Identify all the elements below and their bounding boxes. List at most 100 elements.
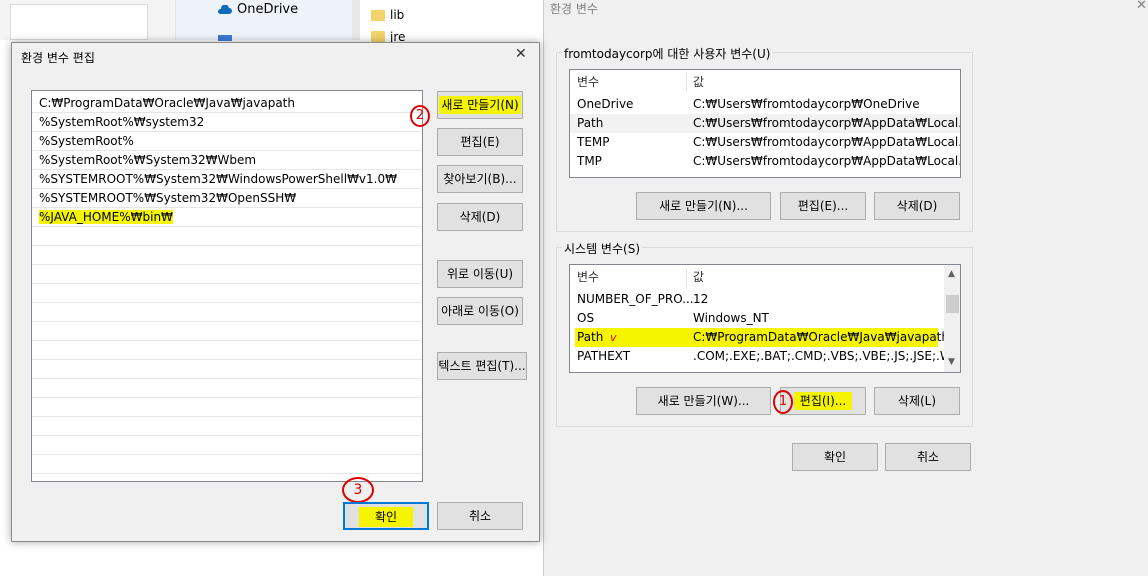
var-name: OneDrive (577, 97, 634, 111)
list-item-empty[interactable] (32, 227, 422, 246)
environment-variables-dialog: 환경 변수 ✕ fromtodaycorp에 대한 사용자 변수(U) 변수 값… (543, 0, 1148, 576)
explorer-scrollbar[interactable] (352, 0, 360, 40)
table-row[interactable]: TMP C:₩Users₩fromtodaycorp₩AppData₩Local… (570, 152, 960, 171)
list-item-empty[interactable] (32, 379, 422, 398)
user-new-button[interactable]: 새로 만들기(N)... (636, 192, 771, 220)
list-header: 변수 값 (570, 73, 960, 92)
close-icon[interactable]: ✕ (515, 46, 527, 62)
annotation-step-2: 2 (410, 105, 430, 127)
new-entry-label: 새로 만들기(N) (439, 96, 521, 114)
list-item[interactable]: %SystemRoot% (32, 132, 422, 151)
list-item[interactable]: C:₩ProgramData₩Oracle₩Java₩javapath (32, 94, 422, 113)
user-variables-label: fromtodaycorp에 대한 사용자 변수(U) (562, 45, 773, 62)
var-value: Windows_NT (693, 311, 769, 325)
cloud-icon (216, 4, 232, 14)
path-entry-list[interactable]: C:₩ProgramData₩Oracle₩Java₩javapath %Sys… (31, 90, 423, 482)
onedrive-nav-item[interactable]: OneDrive (237, 2, 298, 17)
var-value: 12 (693, 292, 709, 306)
dialog-title: 환경 변수 편집 (21, 51, 95, 65)
pc-icon (218, 35, 232, 41)
chevron-up-icon[interactable]: ▲ (948, 269, 955, 279)
system-variables-list[interactable]: 변수 값 NUMBER_OF_PRO... 12 OS Windows_NT P… (569, 264, 961, 373)
delete-entry-button[interactable]: 삭제(D) (437, 203, 523, 231)
annotation-step-1: 1 (773, 390, 793, 414)
folder-icon (371, 31, 385, 42)
var-value: C:₩ProgramData₩Oracle₩Java₩javapath;C:..… (693, 330, 961, 344)
list-item[interactable]: %SYSTEMROOT%₩System32₩WindowsPowerShell₩… (32, 170, 422, 189)
var-name: TMP (577, 154, 602, 168)
column-header-name[interactable]: 변수 (577, 268, 599, 287)
user-variables-list[interactable]: 변수 값 OneDrive C:₩Users₩fromtodaycorp₩One… (569, 69, 961, 178)
close-icon[interactable]: ✕ (1136, 0, 1147, 13)
list-item[interactable]: %SYSTEMROOT%₩System32₩OpenSSH₩ (32, 189, 422, 208)
annotation-step-3: 3 (342, 477, 374, 503)
column-divider (686, 73, 687, 92)
column-header-value[interactable]: 값 (693, 268, 704, 287)
ok-label: 확인 (358, 507, 414, 527)
list-item-new-entry[interactable]: %JAVA_HOME%₩bin₩ (32, 208, 422, 227)
new-entry-text: %JAVA_HOME%₩bin₩ (39, 210, 173, 224)
check-mark-annotation: v (610, 331, 617, 344)
new-entry-button[interactable]: 새로 만들기(N) (437, 91, 523, 119)
system-delete-button[interactable]: 삭제(L) (874, 387, 960, 415)
column-header-value[interactable]: 값 (693, 73, 704, 92)
user-edit-button[interactable]: 편집(E)... (780, 192, 866, 220)
var-value: .COM;.EXE;.BAT;.CMD;.VBS;.VBE;.JS;.JSE;.… (693, 349, 961, 363)
list-item-empty[interactable] (32, 436, 422, 455)
table-row[interactable]: NUMBER_OF_PRO... 12 (570, 290, 960, 309)
text-edit-button[interactable]: 텍스트 편집(T)... (437, 352, 527, 380)
explorer-left-pane (0, 0, 176, 40)
column-header-name[interactable]: 변수 (577, 73, 599, 92)
list-item-empty[interactable] (32, 341, 422, 360)
move-up-button[interactable]: 위로 이동(U) (437, 260, 523, 288)
var-name: NUMBER_OF_PRO... (577, 292, 694, 306)
var-value: C:₩Users₩fromtodaycorp₩AppData₩Local... (693, 154, 961, 168)
table-row[interactable]: TEMP C:₩Users₩fromtodaycorp₩AppData₩Loca… (570, 133, 960, 152)
browse-button[interactable]: 찾아보기(B)... (437, 165, 523, 193)
var-name: Path (577, 116, 604, 130)
column-divider (686, 268, 687, 287)
move-down-button[interactable]: 아래로 이동(O) (437, 297, 523, 325)
list-item-empty[interactable] (32, 398, 422, 417)
explorer-nav-pane: OneDrive (176, 0, 352, 41)
list-item-empty[interactable] (32, 246, 422, 265)
list-item-empty[interactable] (32, 322, 422, 341)
folder-lib[interactable]: lib (390, 8, 404, 22)
list-item-empty[interactable] (32, 417, 422, 436)
system-variables-label: 시스템 변수(S) (562, 240, 642, 257)
chevron-down-icon[interactable]: ▼ (948, 357, 955, 367)
table-row[interactable]: PATHEXT .COM;.EXE;.BAT;.CMD;.VBS;.VBE;.J… (570, 347, 960, 366)
system-new-button[interactable]: 새로 만들기(W)... (636, 387, 771, 415)
var-name: Path (577, 330, 604, 344)
ok-button[interactable]: 확인 (792, 443, 878, 471)
edit-environment-variable-dialog: 환경 변수 편집 ✕ C:₩ProgramData₩Oracle₩Java₩ja… (11, 42, 540, 542)
table-row-path-selected[interactable]: Path v C:₩ProgramData₩Oracle₩Java₩javapa… (570, 328, 960, 347)
system-edit-label: 편집(I)... (793, 392, 853, 410)
var-value: C:₩Users₩fromtodaycorp₩AppData₩Local... (693, 135, 961, 149)
table-row[interactable]: Path C:₩Users₩fromtodaycorp₩AppData₩Loca… (570, 114, 960, 133)
list-item-empty[interactable] (32, 265, 422, 284)
system-list-scrollbar[interactable]: ▲ ▼ (944, 265, 960, 372)
table-row[interactable]: OneDrive C:₩Users₩fromtodaycorp₩OneDrive (570, 95, 960, 114)
var-name: OS (577, 311, 595, 325)
list-item[interactable]: %SystemRoot%₩system32 (32, 113, 422, 132)
folder-icon (371, 10, 385, 21)
cancel-button[interactable]: 취소 (885, 443, 971, 471)
edit-entry-button[interactable]: 편집(E) (437, 128, 523, 156)
scroll-thumb[interactable] (946, 295, 959, 313)
dialog-title: 환경 변수 (550, 2, 598, 16)
table-row[interactable]: OS Windows_NT (570, 309, 960, 328)
var-value: C:₩Users₩fromtodaycorp₩OneDrive (693, 97, 920, 111)
explorer-search-box[interactable] (10, 4, 148, 40)
list-header: 변수 값 (570, 268, 960, 287)
cancel-button[interactable]: 취소 (437, 502, 523, 530)
var-value: C:₩Users₩fromtodaycorp₩AppData₩Local... (693, 116, 961, 130)
ok-button[interactable]: 확인 (343, 502, 429, 530)
list-item-empty[interactable] (32, 284, 422, 303)
list-item-empty[interactable] (32, 303, 422, 322)
list-item-empty[interactable] (32, 360, 422, 379)
user-delete-button[interactable]: 삭제(D) (874, 192, 960, 220)
var-name: TEMP (577, 135, 610, 149)
list-item-empty[interactable] (32, 455, 422, 474)
list-item[interactable]: %SystemRoot%₩System32₩Wbem (32, 151, 422, 170)
